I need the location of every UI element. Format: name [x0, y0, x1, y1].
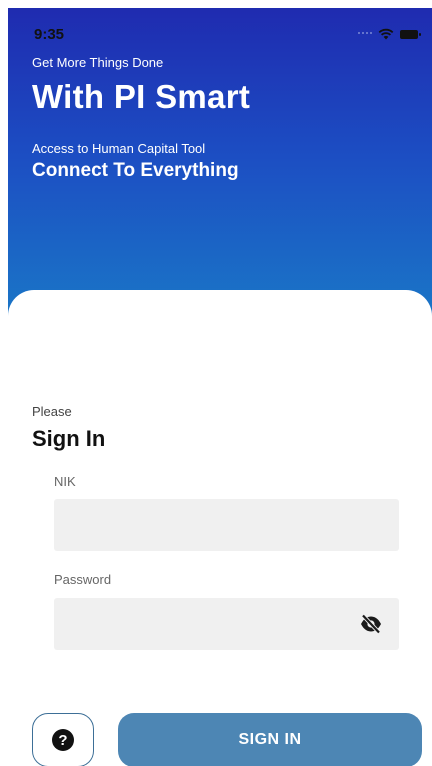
hero-banner: 9:35 Get More Things Done With PI Smart …: [8, 8, 432, 338]
hero-tagline: Get More Things Done: [32, 55, 164, 70]
eye-off-icon: [361, 614, 381, 634]
battery-icon: [400, 29, 421, 39]
question-circle-icon: ?: [52, 729, 74, 751]
cellular-signal-icon: [358, 32, 372, 36]
nik-input[interactable]: [54, 499, 399, 551]
signin-heading: Sign In: [32, 426, 106, 451]
hero-subtitle-bold: Connect To Everything: [32, 160, 239, 181]
svg-text:?: ?: [58, 732, 67, 749]
password-input[interactable]: [54, 598, 399, 650]
hero-subtitle: Access to Human Capital Tool: [32, 141, 206, 156]
app-screen: 9:35 Get More Things Done With PI Smart …: [8, 8, 432, 766]
signin-button[interactable]: SIGN IN: [118, 713, 422, 766]
toggle-password-visibility[interactable]: [356, 612, 386, 636]
hero-title: With PI Smart: [32, 78, 251, 115]
please-label: Please: [32, 404, 72, 419]
wifi-icon: [378, 28, 394, 40]
status-icons: [358, 28, 421, 40]
nik-label: NIK: [54, 474, 76, 489]
help-button[interactable]: ?: [32, 713, 94, 766]
status-time: 9:35: [34, 26, 65, 43]
password-label: Password: [54, 572, 112, 587]
